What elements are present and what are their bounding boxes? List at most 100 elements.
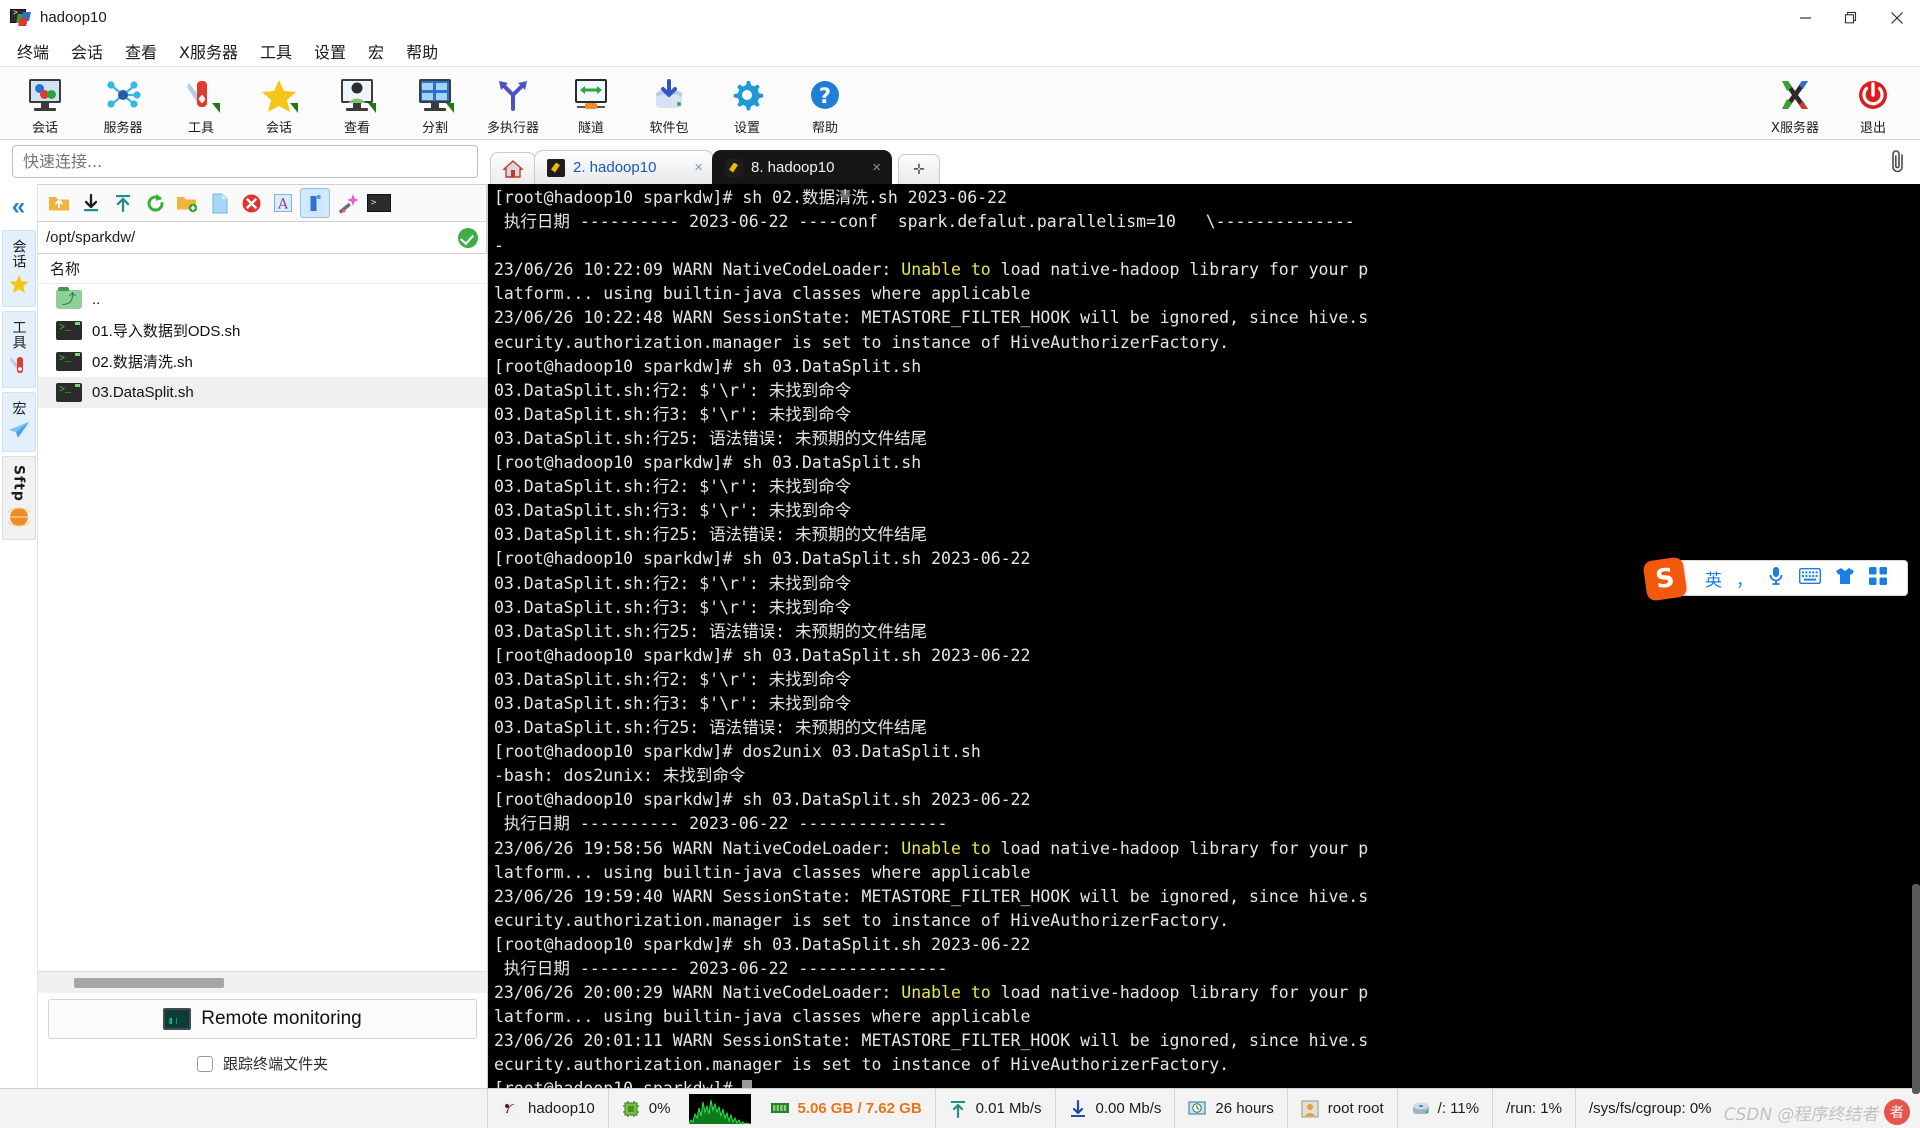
terminal-line: 执行日期 ---------- 2023-06-22 -------------… [494, 814, 948, 834]
toolbar-xserver-button[interactable]: X服务器 [1756, 71, 1834, 136]
minimize-button[interactable] [1782, 0, 1828, 36]
new-tab-button[interactable]: ✛ [898, 154, 940, 184]
sftp-toolbar: A > [38, 184, 487, 222]
terminal-line: 03.DataSplit.sh:行3: $'\r': 未找到命令 [494, 693, 852, 713]
tab-close-icon[interactable]: × [672, 159, 703, 176]
menu-session[interactable]: 会话 [60, 36, 114, 66]
scrollbar-thumb[interactable] [74, 977, 224, 988]
ime-punctuation-toggle[interactable]: ， [1736, 566, 1753, 591]
toolbar-multiexec-button[interactable]: 多执行器 [474, 71, 552, 136]
toolbar-packages-button[interactable]: 软件包 [630, 71, 708, 136]
terminal-line: 23/06/26 20:00:29 WARN NativeCodeLoader:… [494, 983, 1369, 1003]
toolbar-settings-button[interactable]: 设置 [708, 71, 786, 136]
rail-tab-tools[interactable]: 工具 [1, 311, 36, 388]
magic-wand-icon[interactable] [332, 188, 362, 218]
restore-button[interactable] [1828, 0, 1874, 36]
split-view-icon [415, 75, 455, 115]
tab-close-icon[interactable]: × [850, 159, 881, 176]
file-list: .. 01.导入数据到ODS.sh 02.数据清洗.sh 03.DataSpli… [38, 284, 487, 971]
delete-icon[interactable] [236, 188, 266, 218]
toolbar-favorites-button[interactable]: 会话 [240, 71, 318, 136]
close-button[interactable] [1874, 0, 1920, 36]
menu-tools[interactable]: 工具 [249, 36, 303, 66]
toolbar-view-button[interactable]: 查看 [318, 71, 396, 136]
keyboard-icon[interactable] [1798, 567, 1822, 589]
menu-xserver[interactable]: X服务器 [168, 36, 249, 66]
terminal-output[interactable]: [root@hadoop10 sparkdw]# sh 02.数据清洗.sh 2… [488, 184, 1920, 1088]
terminal-line: latform... using builtin-java classes wh… [494, 862, 1031, 882]
new-folder-icon[interactable] [172, 188, 202, 218]
download-icon[interactable] [76, 188, 106, 218]
follow-terminal-folder-row[interactable]: 跟踪终端文件夹 [38, 1043, 487, 1088]
refresh-icon[interactable] [140, 188, 170, 218]
toolbar-exit-button[interactable]: 退出 [1834, 71, 1912, 136]
go-up-folder-icon[interactable] [44, 188, 74, 218]
mic-icon[interactable] [1767, 566, 1785, 590]
tab-label: 2. hadoop10 [573, 159, 657, 176]
list-item[interactable]: 01.导入数据到ODS.sh [38, 315, 487, 346]
toolbar-help-button[interactable]: ? 帮助 [786, 71, 864, 136]
remote-monitoring-button[interactable]: Remote monitoring [48, 999, 477, 1039]
collapse-sidebar-button[interactable]: « [12, 184, 25, 230]
status-upload-label: 0.01 Mb/s [975, 1100, 1042, 1117]
toolbar-session-button[interactable]: 会话 [6, 71, 84, 136]
status-disk-run-label: /run: 1% [1506, 1100, 1562, 1117]
list-item[interactable]: 02.数据清洗.sh [38, 346, 487, 377]
edit-file-icon[interactable] [300, 188, 330, 218]
home-tab[interactable] [490, 152, 536, 184]
rename-icon[interactable]: A [268, 188, 298, 218]
sogou-logo-icon[interactable]: S [1642, 556, 1688, 602]
app-icon [10, 8, 32, 28]
toolbar-tunneling-button[interactable]: 隧道 [552, 71, 630, 136]
toolbar-servers-button[interactable]: 服务器 [84, 71, 162, 136]
terminal-pane[interactable]: [root@hadoop10 sparkdw]# sh 02.数据清洗.sh 2… [488, 184, 1920, 1094]
list-item[interactable]: .. [38, 284, 487, 315]
status-disk-cgroup: /sys/fs/cgroup: 0% [1576, 1089, 1725, 1128]
status-disk-root-label: /: 11% [1437, 1100, 1480, 1117]
file-list-horizontal-scrollbar[interactable] [38, 971, 487, 993]
centos-logo-icon [501, 1100, 519, 1118]
menu-settings[interactable]: 设置 [303, 36, 357, 66]
download-arrow-icon [1069, 1099, 1087, 1118]
terminal-line: [root@hadoop10 sparkdw]# [490, 1077, 1920, 1088]
toolbar-split-button[interactable]: 分割 [396, 71, 474, 136]
terminal-line: 23/06/26 20:01:11 WARN SessionState: MET… [494, 1031, 1369, 1051]
terminal-line: -bash: dos2unix: 未找到命令 [494, 766, 746, 786]
terminal-tab-2[interactable]: 2. hadoop10 × [534, 150, 714, 184]
scrollbar-thumb[interactable] [1912, 884, 1920, 1094]
rail-tab-label: 宏 [10, 401, 27, 416]
toolbar-tools-button[interactable]: 工具 [162, 71, 240, 136]
menu-help[interactable]: 帮助 [395, 36, 449, 66]
terminal-tab-8[interactable]: 8. hadoop10 × [712, 150, 892, 184]
skin-icon[interactable] [1835, 567, 1855, 590]
status-disk-root: /: 11% [1398, 1089, 1494, 1128]
toolbar-label: 帮助 [811, 121, 838, 136]
terminal-line: latform... using builtin-java classes wh… [494, 284, 1031, 304]
terminal-scrollbar[interactable] [1912, 184, 1920, 1094]
cpu-graph-icon [689, 1093, 752, 1124]
quick-connect-input[interactable] [12, 145, 478, 178]
follow-terminal-folder-checkbox[interactable] [196, 1055, 213, 1072]
ime-mode-toggle[interactable]: 英 [1705, 566, 1722, 591]
sogou-ime-bar[interactable]: S 英 ， [1642, 556, 1908, 602]
sftp-path-bar[interactable]: /opt/sparkdw/ [38, 222, 487, 254]
menu-terminal[interactable]: 终端 [6, 36, 60, 66]
rail-tab-sftp[interactable]: Sftp [1, 456, 36, 540]
rail-tab-macro[interactable]: 宏 [1, 392, 36, 452]
rail-tab-label: 会话 [10, 239, 27, 269]
menu-macro[interactable]: 宏 [357, 36, 395, 66]
apps-icon[interactable] [1869, 566, 1887, 590]
status-user-label: root root [1327, 1100, 1384, 1117]
paperclip-icon[interactable] [1889, 148, 1920, 184]
status-upload: 0.01 Mb/s [936, 1089, 1056, 1128]
title-bar: hadoop10 [0, 0, 1920, 36]
list-item[interactable]: 03.DataSplit.sh [38, 377, 487, 408]
tools-knife-icon [181, 75, 221, 115]
open-terminal-icon[interactable]: > [364, 188, 394, 218]
upload-icon[interactable] [108, 188, 138, 218]
new-file-icon[interactable] [204, 188, 234, 218]
menu-view[interactable]: 查看 [114, 36, 168, 66]
toolbar-label: X服务器 [1771, 121, 1819, 136]
status-cpu-label: 0% [648, 1100, 671, 1117]
rail-tab-session[interactable]: 会话 [1, 230, 36, 307]
